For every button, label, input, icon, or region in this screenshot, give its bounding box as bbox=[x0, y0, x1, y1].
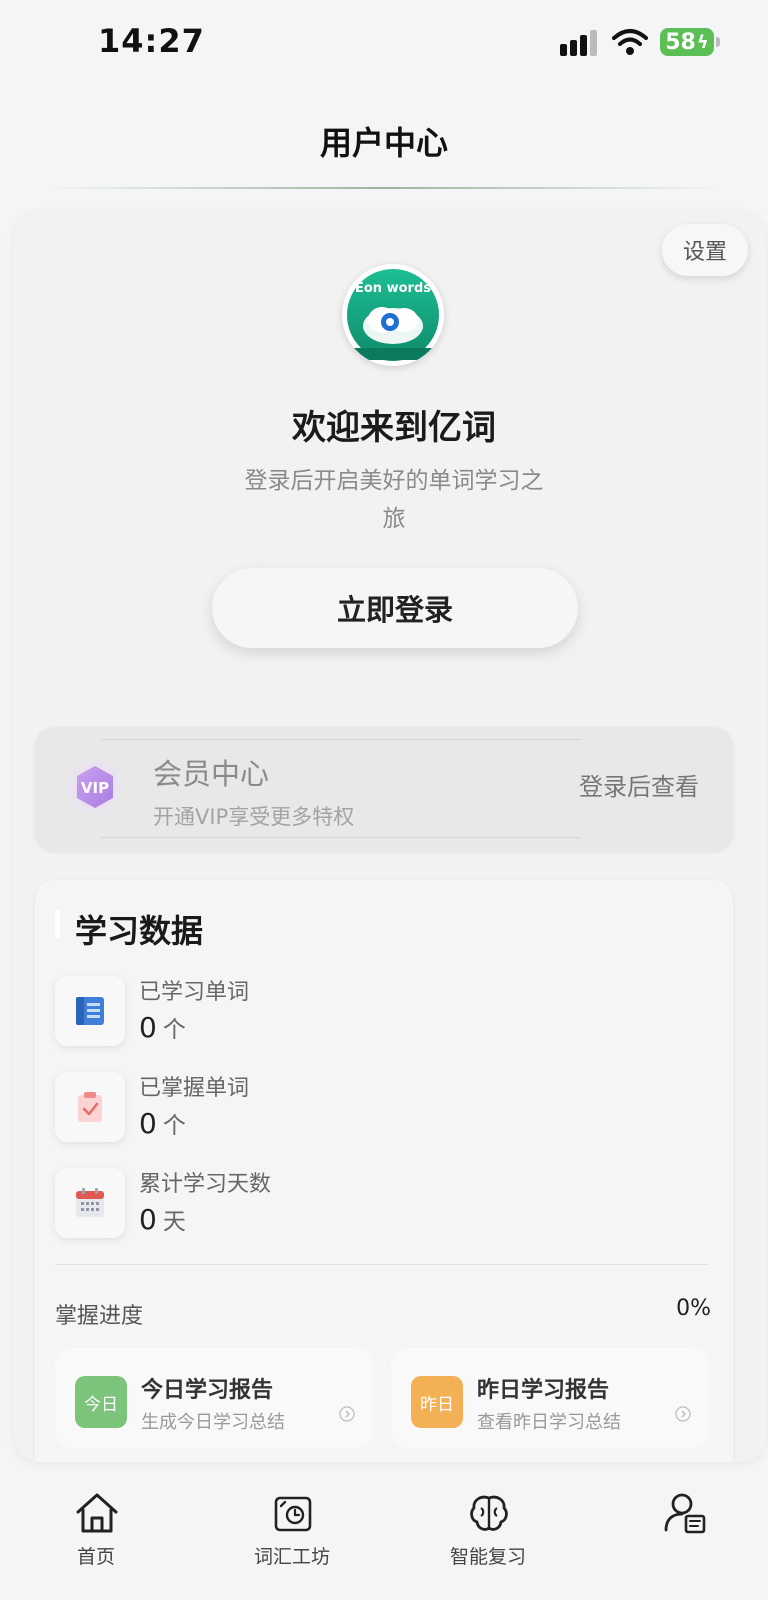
calendar-icon bbox=[76, 1188, 104, 1217]
vip-center-card[interactable]: VIP 会员中心 开通VIP享受更多特权 登录后查看 bbox=[35, 727, 733, 851]
report-title: 昨日学习报告 bbox=[477, 1378, 610, 1403]
vip-card-divider bbox=[101, 837, 581, 838]
clipboard-check-icon bbox=[78, 1092, 102, 1122]
stat-label: 累计学习天数 bbox=[139, 1172, 272, 1197]
stat-label: 已学习单词 bbox=[139, 980, 250, 1005]
workshop-icon bbox=[274, 1496, 312, 1532]
wifi-icon bbox=[612, 29, 648, 55]
stat-unit: 个 bbox=[162, 1017, 186, 1043]
login-button[interactable]: 立即登录 bbox=[212, 568, 578, 648]
stat-number: 0 bbox=[139, 1011, 157, 1044]
report-subtitle: 查看昨日学习总结 bbox=[477, 1412, 621, 1433]
nav-profile[interactable] bbox=[614, 1490, 754, 1580]
calendar-icon-box bbox=[55, 1168, 125, 1238]
welcome-subtitle: 登录后开启美好的单词学习之旅 bbox=[244, 468, 544, 532]
screen: 14:27 58 ϟ 用户中心 设置 Eon words 欢迎来到亿词 登录后开… bbox=[0, 0, 768, 1600]
section-accent-bar bbox=[55, 910, 60, 938]
brain-icon bbox=[470, 1495, 508, 1531]
chevron-right-icon bbox=[675, 1406, 691, 1422]
vip-title: 会员中心 bbox=[153, 757, 270, 791]
welcome-title: 欢迎来到亿词 bbox=[292, 408, 496, 448]
clipboard-icon-box bbox=[55, 1072, 125, 1142]
signal-icon bbox=[560, 30, 597, 56]
vip-view-after-login[interactable]: 登录后查看 bbox=[579, 767, 699, 802]
battery-indicator: 58 ϟ bbox=[660, 28, 714, 56]
stat-unit: 个 bbox=[162, 1113, 186, 1139]
stat-value: 0个 bbox=[139, 1010, 186, 1044]
mastery-progress-value: 0% bbox=[676, 1296, 711, 1321]
nav-label: 智能复习 bbox=[449, 1546, 526, 1568]
mastery-progress-label: 掌握进度 bbox=[55, 1304, 144, 1329]
vip-subtitle: 开通VIP享受更多特权 bbox=[153, 805, 355, 829]
nav-smart-review[interactable]: 智能复习 bbox=[418, 1490, 558, 1580]
stat-study-days: 累计学习天数 0天 bbox=[55, 1168, 575, 1252]
charging-icon: ϟ bbox=[696, 31, 709, 53]
header-divider bbox=[48, 187, 720, 189]
stat-label: 已掌握单词 bbox=[139, 1076, 250, 1101]
battery-tip bbox=[716, 37, 720, 47]
vip-badge-icon: VIP bbox=[65, 757, 125, 817]
page-title: 用户中心 bbox=[319, 124, 448, 162]
nav-label: 词汇工坊 bbox=[253, 1546, 330, 1568]
vip-card-divider bbox=[101, 739, 581, 740]
user-icon bbox=[664, 1493, 706, 1534]
book-icon-box bbox=[55, 976, 125, 1046]
stat-unit: 天 bbox=[162, 1209, 186, 1235]
nav-home[interactable]: 首页 bbox=[26, 1490, 166, 1580]
today-badge-icon: 今日 bbox=[75, 1376, 127, 1428]
stat-mastered-words: 已掌握单词 0个 bbox=[55, 1072, 575, 1156]
status-time: 14:27 bbox=[98, 22, 205, 60]
stat-value: 0个 bbox=[139, 1106, 186, 1140]
study-data-title: 学习数据 bbox=[75, 912, 204, 950]
status-bar: 14:27 58 ϟ bbox=[0, 0, 768, 84]
chevron-right-icon bbox=[339, 1406, 355, 1422]
settings-button[interactable]: 设置 bbox=[662, 224, 748, 276]
yesterday-badge-icon: 昨日 bbox=[411, 1376, 463, 1428]
study-data-card: 学习数据 已学习单词 0个 已掌握单词 0 个 累计学习天数 0 天 掌握进度 … bbox=[35, 880, 733, 1462]
bottom-nav: 首页 词汇工坊 智能复习 bbox=[0, 1480, 768, 1600]
battery-level: 58 bbox=[665, 29, 696, 55]
study-divider bbox=[55, 1264, 709, 1265]
svg-text:Eon words: Eon words bbox=[355, 281, 431, 296]
app-logo-avatar: Eon words bbox=[342, 264, 444, 366]
nav-vocab-workshop[interactable]: 词汇工坊 bbox=[222, 1490, 362, 1580]
stat-value: 0天 bbox=[139, 1202, 186, 1236]
nav-label: 首页 bbox=[76, 1546, 115, 1568]
report-title: 今日学习报告 bbox=[141, 1378, 274, 1403]
report-subtitle: 生成今日学习总结 bbox=[141, 1412, 285, 1433]
profile-card: 设置 Eon words 欢迎来到亿词 登录后开启美好的单词学习之旅 立即登录 bbox=[14, 212, 766, 1462]
today-report-card[interactable]: 今日 今日学习报告 生成今日学习总结 bbox=[55, 1348, 373, 1448]
vip-badge-text: VIP bbox=[81, 779, 109, 797]
stat-learned-words: 已学习单词 0个 bbox=[55, 976, 575, 1060]
stat-number: 0 bbox=[139, 1203, 157, 1236]
home-icon bbox=[76, 1493, 118, 1533]
yesterday-report-card[interactable]: 昨日 昨日学习报告 查看昨日学习总结 bbox=[391, 1348, 709, 1448]
stat-number: 0 bbox=[139, 1107, 157, 1140]
book-icon bbox=[76, 997, 104, 1025]
